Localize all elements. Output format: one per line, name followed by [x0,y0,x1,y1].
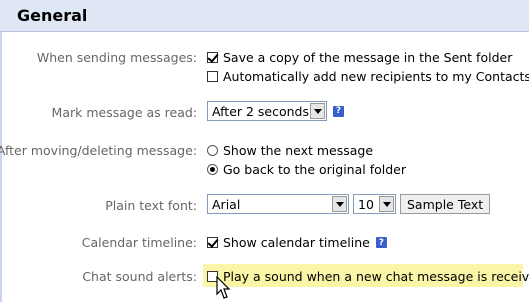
after-move-label: After moving/deleting message: [0,143,197,158]
font-size-value: 10 [358,196,374,212]
show-next-option[interactable]: Show the next message [207,143,373,158]
chat-label: Chat sound alerts: [82,269,197,284]
save-copy-checkbox[interactable] [207,52,218,63]
sending-label: When sending messages: [36,50,197,65]
show-next-label: Show the next message [223,143,374,158]
save-copy-label: Save a copy of the message in the Sent f… [223,50,513,65]
auto-add-checkbox[interactable] [207,71,218,82]
chevron-down-icon[interactable] [310,103,325,119]
font-size-select[interactable]: 10 [353,194,396,214]
font-family-value: Arial [212,196,241,212]
auto-add-label: Automatically add new recipients to my C… [223,69,529,84]
mouse-pointer-icon [216,276,230,299]
calendar-option-label: Show calendar timeline [223,235,370,250]
font-label: Plain text font: [105,198,197,213]
calendar-checkbox[interactable] [207,237,218,248]
help-icon[interactable]: ? [333,105,344,117]
go-back-label: Go back to the original folder [223,162,406,177]
mark-read-label: Mark message as read: [51,105,197,120]
left-border [0,32,2,302]
section-title: General [17,6,88,25]
go-back-option[interactable]: Go back to the original folder [207,162,406,177]
calendar-label: Calendar timeline: [81,235,197,250]
save-copy-option[interactable]: Save a copy of the message in the Sent f… [207,50,512,65]
chat-sound-label: Play a sound when a new chat message is … [223,269,529,284]
mark-read-value: After 2 seconds [212,103,310,119]
show-next-radio[interactable] [207,145,218,156]
help-icon[interactable]: ? [375,237,387,248]
chevron-down-icon[interactable] [379,196,394,212]
chat-sound-option[interactable]: Play a sound when a new chat message is … [207,269,529,284]
mark-read-select[interactable]: After 2 seconds [207,101,327,121]
auto-add-option[interactable]: Automatically add new recipients to my C… [207,69,529,84]
section-header: General [0,0,529,32]
sample-text-button[interactable]: Sample Text [400,194,491,214]
go-back-radio[interactable] [207,164,218,175]
font-family-select[interactable]: Arial [207,194,349,214]
chevron-down-icon[interactable] [332,196,347,212]
